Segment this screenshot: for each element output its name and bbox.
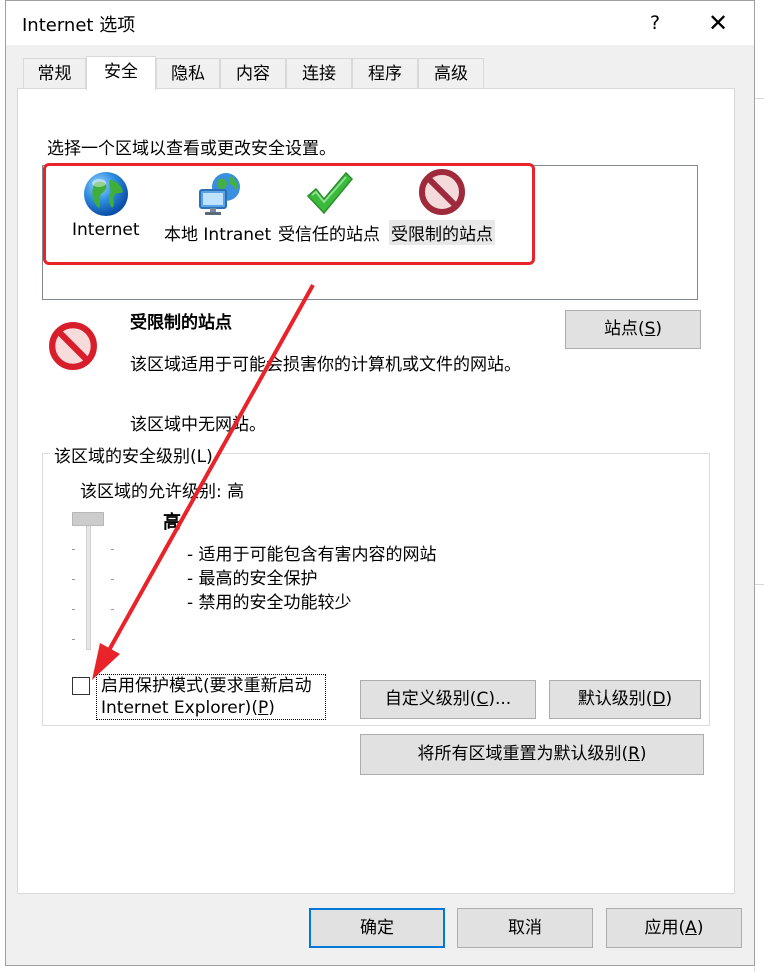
annotation-arrow (92, 284, 315, 680)
tab-security[interactable]: 安全 (86, 56, 156, 90)
